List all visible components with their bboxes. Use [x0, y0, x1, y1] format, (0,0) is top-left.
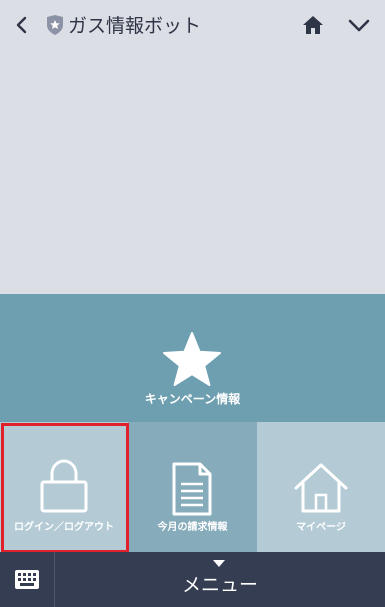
keyboard-icon — [15, 570, 39, 589]
house-outline-icon — [294, 463, 348, 513]
chevron-left-icon[interactable] — [10, 12, 34, 38]
monthly-billing-label: 今月の請求情報 — [157, 522, 228, 533]
keyboard-toggle-button[interactable] — [0, 552, 55, 607]
monthly-billing-button[interactable]: 今月の請求情報 — [128, 422, 257, 552]
bottom-menu-bar: メニュー — [0, 552, 385, 607]
menu-toggle-button[interactable]: メニュー — [55, 552, 385, 607]
login-logout-label: ログイン／ログアウト — [14, 522, 114, 533]
menu-label: メニュー — [181, 574, 258, 596]
campaign-info-label: キャンペーン情報 — [144, 392, 241, 406]
chat-title: ガス情報ボット — [68, 15, 202, 37]
lock-icon — [40, 459, 88, 513]
caret-down-icon — [213, 560, 225, 567]
login-logout-button[interactable]: ログイン／ログアウト — [0, 422, 128, 552]
my-page-button[interactable]: マイページ — [257, 422, 385, 552]
star-icon — [163, 332, 221, 386]
home-icon[interactable] — [300, 12, 326, 38]
chat-header: ガス情報ボット — [0, 0, 385, 50]
shield-star-icon — [47, 15, 63, 35]
chevron-down-icon[interactable] — [346, 12, 372, 38]
my-page-label: マイページ — [296, 522, 346, 533]
chat-message-area[interactable] — [0, 50, 385, 294]
document-icon — [172, 462, 212, 516]
